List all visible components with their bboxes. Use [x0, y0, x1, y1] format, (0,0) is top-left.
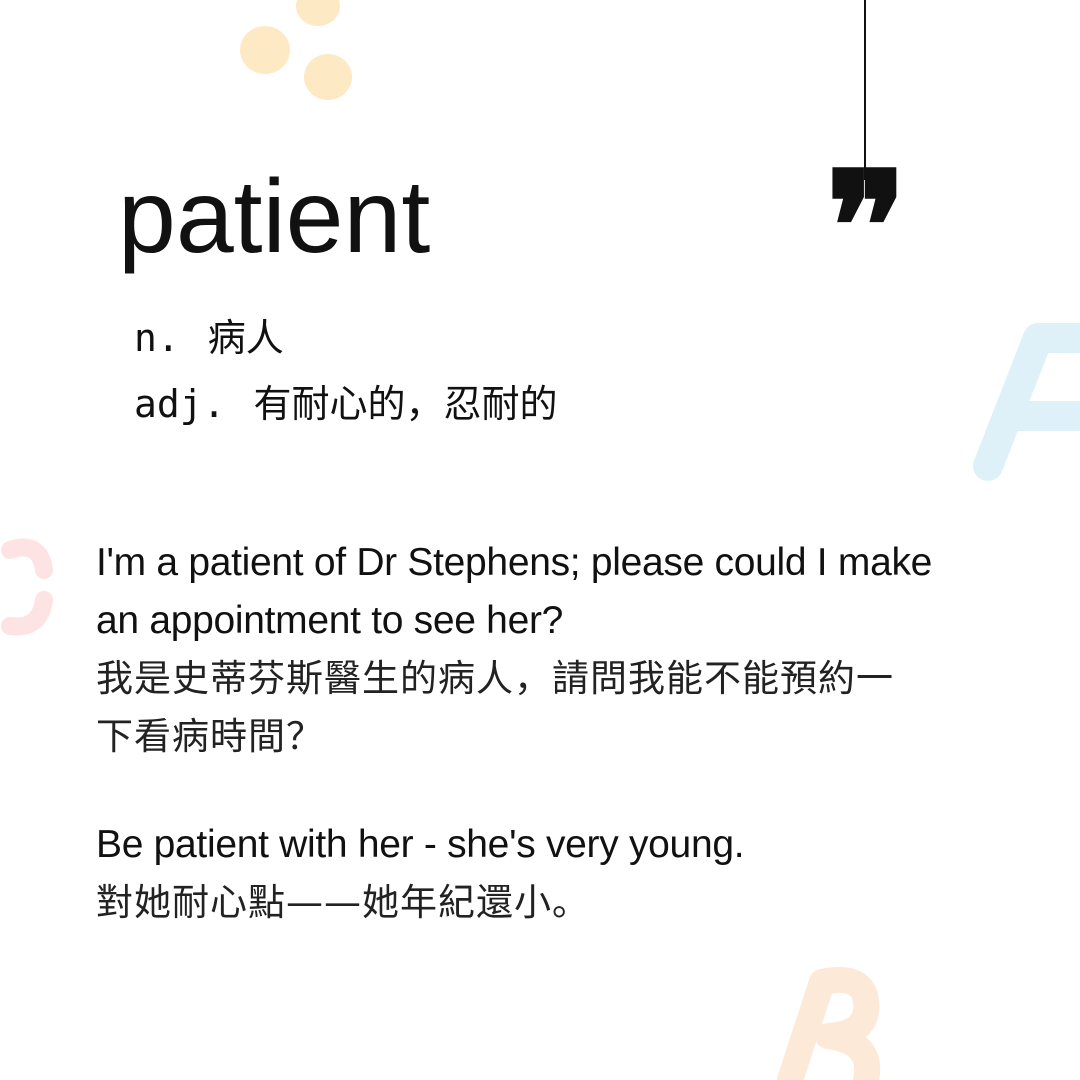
definition-meaning: 病人: [207, 316, 284, 360]
quote-mark-icon: ❞: [826, 139, 907, 315]
example-english-line: I'm a patient of Dr Stephens; please cou…: [96, 541, 933, 584]
example-sentence-1: I'm a patient of Dr Stephens; please cou…: [96, 534, 1036, 766]
definition-adjective: adj. 有耐心的，忍耐的: [134, 382, 558, 428]
part-of-speech: adj.: [134, 382, 226, 426]
example-sentence-2: Be patient with her - she's very young. …: [96, 816, 1036, 932]
example-chinese-line: 下看病時間？: [96, 715, 324, 758]
decorative-dot: [296, 0, 340, 26]
example-english-line: an appointment to see her?: [96, 599, 564, 642]
definition-noun: n. 病人: [134, 316, 284, 362]
definition-meaning: 有耐心的，忍耐的: [253, 382, 558, 426]
headword: patient: [118, 159, 431, 275]
decorative-letter-a: [973, 323, 1080, 481]
decorative-dot: [240, 26, 290, 74]
example-chinese-line: 對她耐心點——她年紀還小。: [96, 881, 590, 924]
decorative-letter-b: [777, 967, 881, 1080]
decorative-letter-c: [1, 538, 53, 636]
decorative-dot: [304, 54, 352, 100]
example-english-line: Be patient with her - she's very young.: [96, 823, 745, 866]
part-of-speech: n.: [134, 316, 180, 360]
example-chinese-line: 我是史蒂芬斯醫生的病人，請問我能不能預約一: [96, 657, 894, 700]
